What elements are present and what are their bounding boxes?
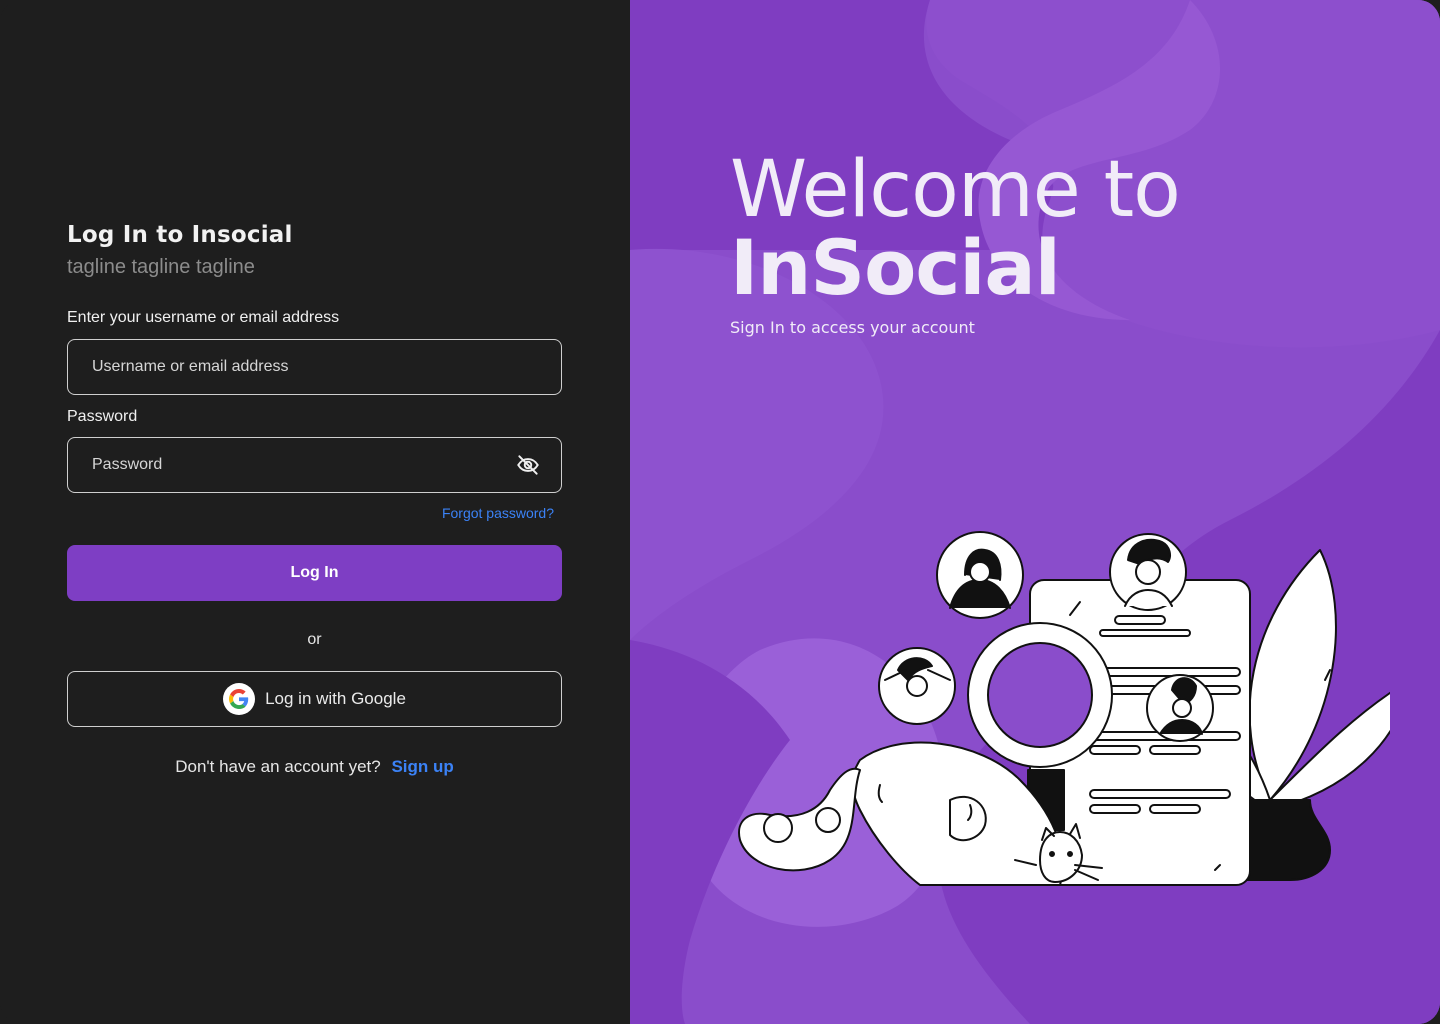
welcome-block: Welcome to InSocial Sign In to access yo… xyxy=(730,145,1181,337)
login-panel: Log In to Insocial tagline tagline tagli… xyxy=(0,0,630,1024)
google-icon xyxy=(223,683,256,715)
welcome-heading: Welcome to xyxy=(730,145,1181,235)
welcome-subtitle: Sign In to access your account xyxy=(730,318,975,337)
eye-off-icon[interactable] xyxy=(515,452,541,478)
username-label: Enter your username or email address xyxy=(67,309,340,326)
form-tagline: tagline tagline tagline xyxy=(67,256,255,278)
password-label: Password xyxy=(67,408,138,425)
signup-link[interactable]: Sign up xyxy=(391,757,453,776)
signup-row: Don't have an account yet? Sign up xyxy=(67,757,562,777)
or-divider: or xyxy=(307,631,322,648)
username-field-box[interactable] xyxy=(67,339,562,395)
google-button-label: Log in with Google xyxy=(265,689,406,708)
login-form: Log In to Insocial tagline tagline tagli… xyxy=(67,222,562,777)
forgot-password-link[interactable]: Forgot password? xyxy=(67,505,562,521)
signup-prompt: Don't have an account yet? xyxy=(175,757,381,776)
username-input[interactable] xyxy=(92,358,537,376)
google-login-button[interactable]: Log in with Google xyxy=(67,671,562,727)
login-page: Log In to Insocial tagline tagline tagli… xyxy=(0,0,1440,1024)
login-button[interactable]: Log In xyxy=(67,545,562,601)
hero-panel: Welcome to InSocial Sign In to access yo… xyxy=(630,0,1440,1024)
password-field-box[interactable] xyxy=(67,437,562,493)
form-title: Log In to Insocial xyxy=(67,222,293,248)
password-input[interactable] xyxy=(92,456,537,474)
social-search-illustration xyxy=(738,531,1390,886)
brand-heading: InSocial xyxy=(730,223,1061,312)
